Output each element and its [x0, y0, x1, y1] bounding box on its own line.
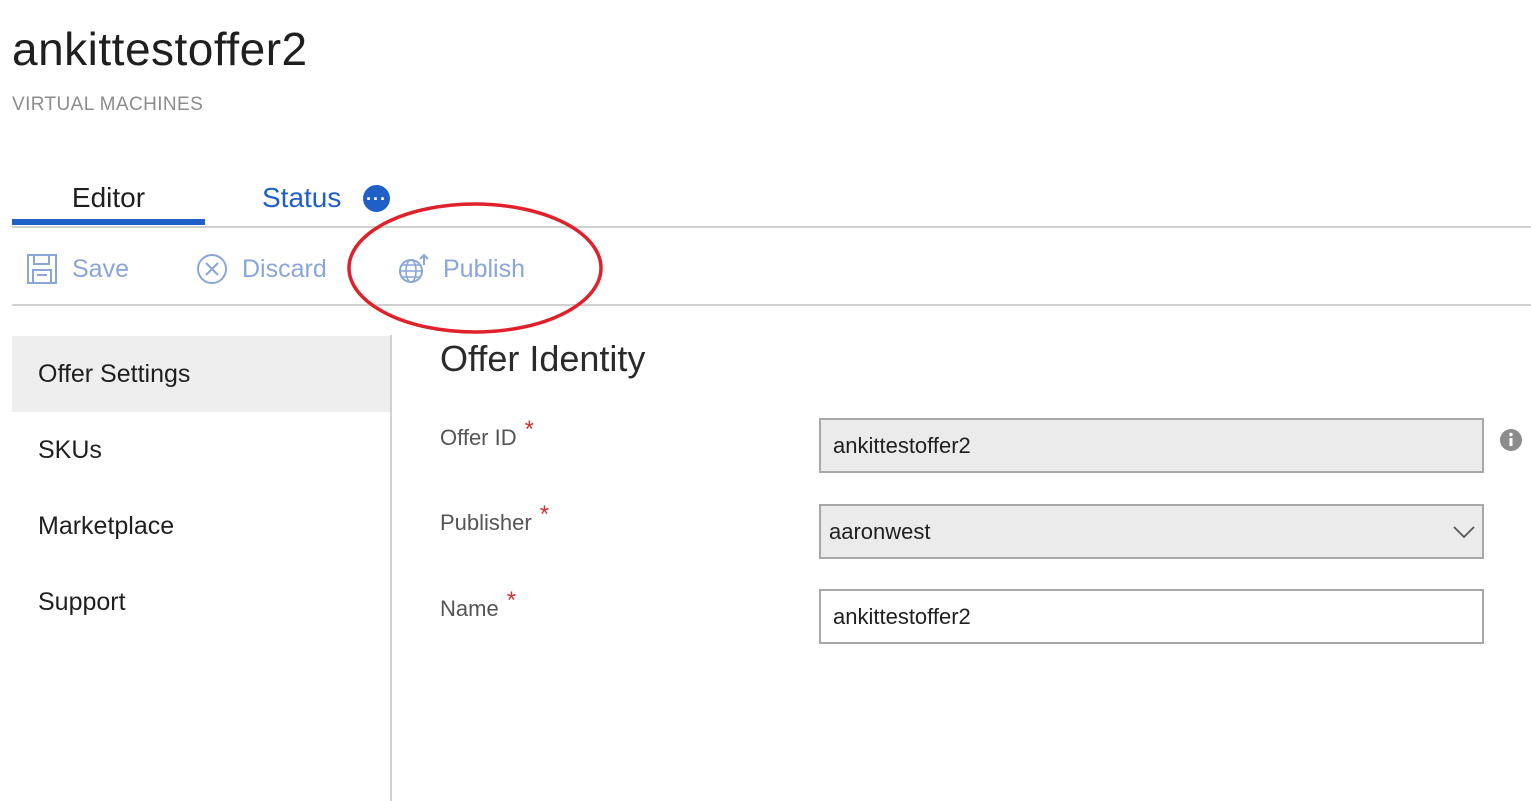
app-root: ankittestoffer2 VIRTUAL MACHINES Editor … [0, 0, 1531, 801]
toolbar-divider [12, 304, 1531, 306]
field-label-text: Offer ID [440, 425, 517, 450]
required-marker: * [539, 501, 550, 528]
publisher-label: Publisher * [440, 501, 549, 537]
save-label: Save [72, 254, 129, 283]
name-value: ankittestoffer2 [833, 603, 971, 629]
sidebar-item-label: Support [38, 587, 126, 616]
publisher-value: aaronwest [829, 518, 931, 544]
offer-id-label: Offer ID * [440, 416, 534, 452]
section-title: Offer Identity [440, 338, 646, 379]
field-label-text: Publisher [440, 510, 532, 535]
discard-icon [197, 254, 227, 284]
sidebar-divider [390, 335, 392, 801]
sidebar-item-marketplace[interactable]: Marketplace [12, 488, 390, 564]
highlight-ellipse [347, 202, 603, 334]
save-icon [27, 254, 57, 284]
save-button[interactable]: Save [26, 250, 129, 288]
publisher-select[interactable]: aaronwest [819, 504, 1484, 559]
tab-status[interactable]: Status [262, 182, 341, 214]
offer-id-value: ankittestoffer2 [833, 432, 971, 458]
name-label: Name * [440, 587, 516, 623]
page-title: ankittestoffer2 [12, 23, 308, 75]
discard-label: Discard [242, 254, 327, 283]
name-field[interactable]: ankittestoffer2 [819, 589, 1484, 644]
sidebar-item-label: Marketplace [38, 511, 175, 540]
chevron-down-icon[interactable] [1446, 506, 1482, 557]
sidebar-item-skus[interactable]: SKUs [12, 412, 390, 488]
sidebar-item-offer-settings[interactable]: Offer Settings [12, 336, 390, 412]
tabs-divider [12, 226, 1531, 228]
tab-editor[interactable]: Editor [12, 182, 205, 214]
sidebar-item-label: SKUs [38, 435, 102, 464]
required-marker: * [524, 416, 534, 443]
offer-id-field: ankittestoffer2 [819, 418, 1484, 473]
tab-active-indicator [12, 219, 205, 225]
info-icon[interactable] [1499, 428, 1523, 452]
sidebar-item-label: Offer Settings [38, 359, 191, 388]
page-subtitle: VIRTUAL MACHINES [12, 94, 204, 115]
field-label-text: Name [440, 596, 499, 621]
chevron-down-glyph [1453, 525, 1475, 538]
sidebar-item-support[interactable]: Support [12, 564, 390, 640]
required-marker: * [506, 587, 517, 614]
discard-button[interactable]: Discard [196, 250, 327, 288]
